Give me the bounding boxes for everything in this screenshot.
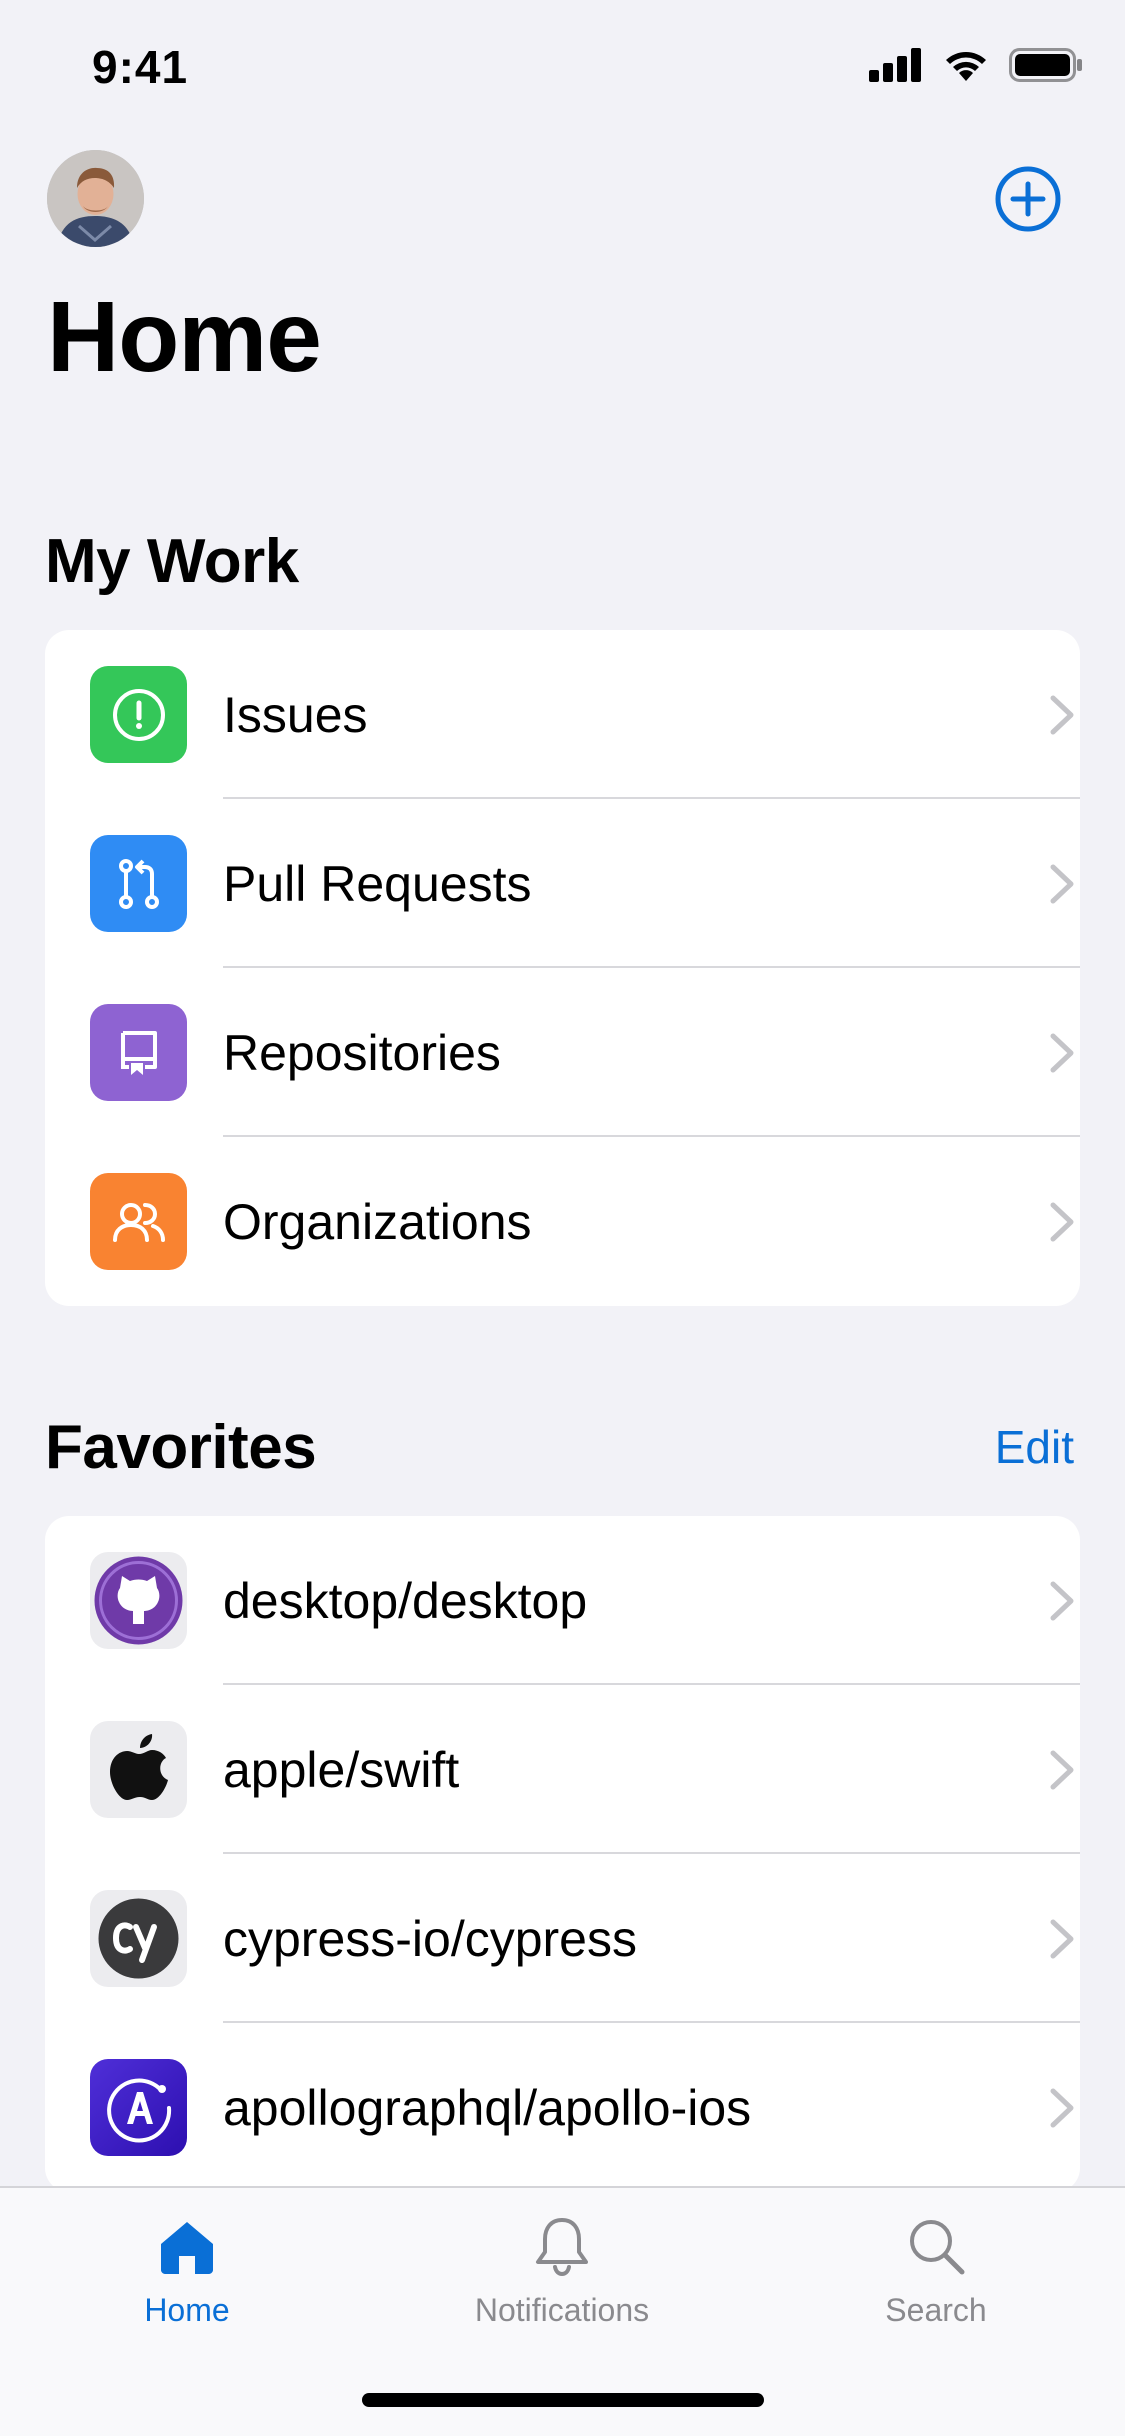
favorite-item-cypress[interactable]: cypress-io/cypress [45,1854,1080,2023]
chevron-right-icon [1050,1202,1074,1241]
favorite-item-label: apple/swift [223,1741,460,1798]
tab-label: Notifications [474,2292,650,2328]
cellular-signal-icon [869,48,921,82]
repository-icon [90,1004,187,1101]
status-bar: 9:41 [0,0,1125,135]
tab-home[interactable]: Home [57,2214,317,2329]
organization-icon [90,1173,187,1270]
home-indicator [362,2393,764,2407]
wifi-icon [946,52,986,81]
tab-search[interactable]: Search [806,2214,1066,2329]
battery-icon [1009,48,1082,82]
search-icon [910,2220,965,2275]
bell-icon [536,2218,588,2277]
my-work-item-pull-requests[interactable]: Pull Requests [45,799,1080,968]
page-title: Home [47,281,322,393]
cypress-logo-icon [90,1890,187,1987]
pull-request-icon [90,835,187,932]
chevron-right-icon [1050,1750,1074,1789]
status-icons [869,48,1083,82]
favorite-item-label: desktop/desktop [223,1572,588,1629]
my-work-item-repositories[interactable]: Repositories [45,968,1080,1137]
chevron-right-icon [1050,1033,1074,1072]
apollo-logo-icon [90,2059,187,2156]
my-work-list: Issues Pull Requests Repositories Organi… [45,630,1080,1306]
tab-label: Home [144,2292,230,2328]
tab-notifications[interactable]: Notifications [432,2214,692,2329]
tab-label: Search [885,2292,987,2328]
chevron-right-icon [1050,1919,1074,1958]
favorites-section-title: Favorites [45,1413,317,1482]
github-desktop-logo-icon [90,1552,187,1649]
favorite-item-label: cypress-io/cypress [223,1910,637,1967]
favorite-item-desktop[interactable]: desktop/desktop [45,1516,1080,1685]
my-work-item-label: Organizations [223,1193,532,1250]
home-screen: 9:41 Home My Work Issues Pull Requests R… [0,0,1125,2436]
favorite-item-swift[interactable]: apple/swift [45,1685,1080,1854]
profile-avatar[interactable] [47,150,144,247]
favorite-item-apollo-ios[interactable]: apollographql/apollo-ios [45,2023,1080,2192]
add-button[interactable] [995,166,1061,232]
my-work-item-issues[interactable]: Issues [45,630,1080,799]
my-work-item-label: Pull Requests [223,855,532,912]
my-work-item-organizations[interactable]: Organizations [45,1137,1080,1306]
my-work-section-title: My Work [45,527,299,596]
my-work-item-label: Repositories [223,1024,501,1081]
chevron-right-icon [1050,2088,1074,2127]
favorite-item-label: apollographql/apollo-ios [223,2079,752,2136]
issue-icon [90,666,187,763]
favorites-list: desktop/desktop apple/swift cypress-io/c… [45,1516,1080,2192]
chevron-right-icon [1050,695,1074,734]
chevron-right-icon [1050,864,1074,903]
home-icon [161,2222,213,2274]
my-work-item-label: Issues [223,686,368,743]
avatar-person-icon [47,150,144,247]
chevron-right-icon [1050,1581,1074,1620]
apple-logo-icon [90,1721,187,1818]
status-time: 9:41 [92,41,189,93]
edit-favorites-button[interactable]: Edit [995,1420,1074,1474]
